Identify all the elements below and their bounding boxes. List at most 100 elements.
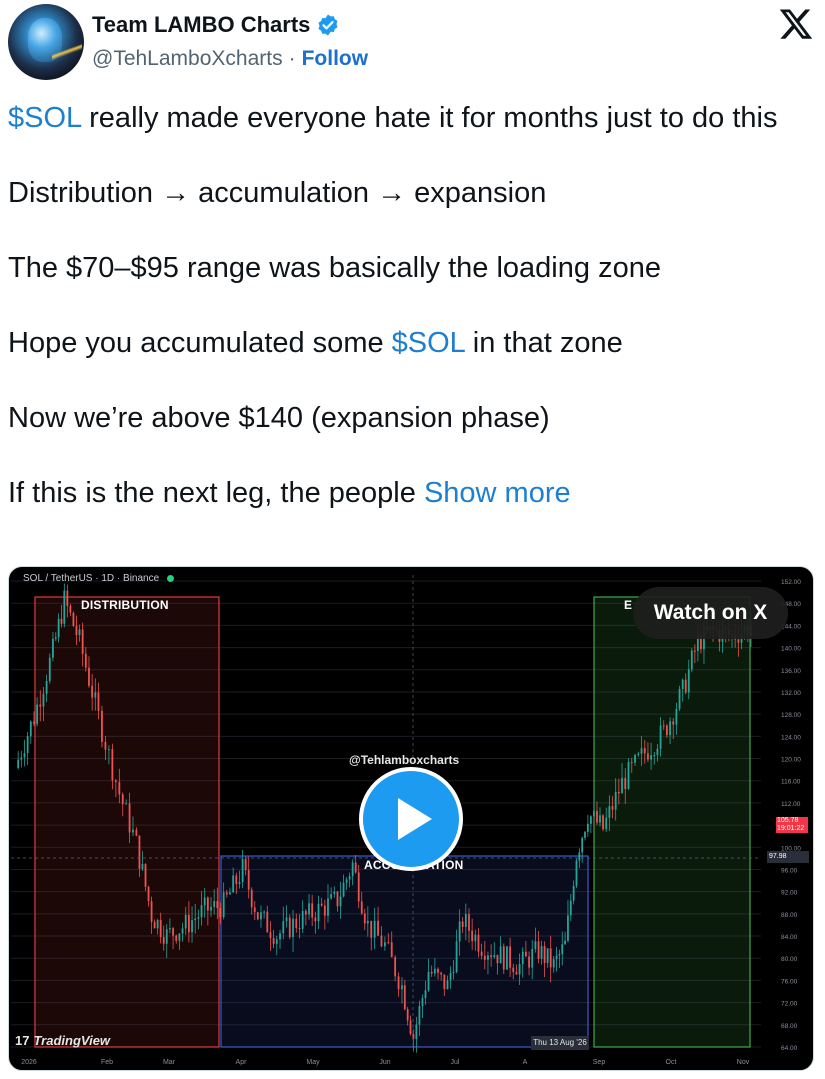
candle-body <box>380 935 383 947</box>
candle-body <box>366 920 369 924</box>
candle-body <box>394 957 397 977</box>
tweet-line-4: Hope you accumulated some $SOL in that z… <box>8 325 808 363</box>
candle-body <box>97 692 100 711</box>
candle-body <box>662 725 665 727</box>
candle-body <box>490 955 493 958</box>
candle-body <box>210 906 212 911</box>
y-tick-label: 64.00 <box>781 1045 798 1052</box>
cashtag-link[interactable]: $SOL <box>392 327 465 359</box>
candle-body <box>298 927 301 929</box>
tweet-text-segment: Hope you accumulated some <box>8 327 392 359</box>
candle-body <box>455 941 458 972</box>
candle-body <box>596 810 598 823</box>
candle-body <box>314 917 317 922</box>
x-tick-label: Mar <box>163 1059 176 1066</box>
candle-body <box>191 920 193 933</box>
candle-body <box>135 829 138 836</box>
candle-body <box>104 741 107 750</box>
candle-body <box>437 968 439 973</box>
candle-body <box>304 911 307 915</box>
candle-body <box>57 618 60 638</box>
tweet-body: $SOL really made everyone hate it for mo… <box>8 100 808 513</box>
y-tick-label: 152.00 <box>781 579 801 586</box>
tradingview-logo: 17 TradingView <box>15 1033 110 1048</box>
avatar[interactable] <box>8 4 84 80</box>
candle-body <box>558 954 561 956</box>
candle-body <box>578 852 581 861</box>
candle-body <box>256 912 259 920</box>
candle-body <box>52 638 54 658</box>
candle-body <box>165 929 168 944</box>
price-tag-value: 105.78 <box>777 817 799 824</box>
candle-body <box>301 911 304 929</box>
x-tick-label: Jun <box>379 1059 390 1066</box>
candle-body <box>285 917 288 922</box>
tweet-text-segment: in that zone <box>464 327 623 359</box>
author-handle[interactable]: @TehLamboXcharts <box>92 47 283 71</box>
candle-body <box>599 815 601 823</box>
candle-body <box>452 971 455 973</box>
candle-body <box>111 749 114 781</box>
candle-body <box>348 876 351 880</box>
play-button[interactable] <box>359 767 463 871</box>
play-icon <box>398 798 432 840</box>
video-media[interactable]: 152.00 148.00 144.00 140.00 136.00 132.00 128.… <box>8 566 814 1071</box>
candle-body <box>345 879 348 883</box>
watch-on-x-button[interactable]: Watch on X <box>633 587 788 639</box>
price-tag-countdown: 19:01:22 <box>777 825 805 832</box>
tweet-line-2: Distribution → accumulation → expansion <box>8 177 547 209</box>
candle-body <box>45 681 48 694</box>
y-tick-label: 72.00 <box>781 1001 798 1008</box>
candle-body <box>537 941 540 959</box>
follow-button[interactable]: Follow <box>302 47 369 71</box>
candle-body <box>292 918 294 938</box>
candle-body <box>624 777 627 789</box>
candle-body <box>443 974 446 990</box>
candle-body <box>693 650 696 652</box>
candle-body <box>637 753 640 756</box>
candle-body <box>521 951 524 965</box>
crosshair-price-tag: 97.98 <box>767 851 809 863</box>
x-tick-label: May <box>306 1059 320 1066</box>
candle-body <box>78 629 81 636</box>
candle-body <box>518 964 521 975</box>
candle-body <box>474 934 477 942</box>
y-tick-label: 84.00 <box>781 934 798 941</box>
candle-body <box>216 901 219 909</box>
candle-body <box>575 860 578 886</box>
candle-body <box>409 1020 412 1034</box>
show-more-link[interactable]: Show more <box>424 477 571 509</box>
separator-dot: · <box>288 47 296 70</box>
candle-body <box>418 1006 421 1025</box>
candle-body <box>222 892 225 918</box>
candle-body <box>681 679 684 690</box>
x-tick-label: A <box>523 1059 528 1066</box>
candle-body <box>333 891 336 894</box>
cashtag-link[interactable]: $SOL <box>8 102 81 134</box>
candle-body <box>84 653 87 668</box>
candle-body <box>178 933 181 941</box>
x-logo-icon[interactable] <box>778 6 814 42</box>
candle-body <box>138 835 141 869</box>
candle-body <box>17 759 20 768</box>
candle-body <box>528 956 530 968</box>
candle-body <box>549 948 552 968</box>
candle-body <box>650 755 652 760</box>
candle-body <box>403 985 406 1010</box>
candle-body <box>282 921 285 934</box>
candle-body <box>690 650 693 670</box>
candle-body <box>169 928 171 930</box>
candle-body <box>564 940 567 945</box>
candle-body <box>621 777 623 794</box>
candle-body <box>605 817 608 830</box>
candle-body <box>572 885 575 901</box>
candle-body <box>567 915 569 941</box>
candle-body <box>634 755 636 763</box>
candle-body <box>427 971 430 991</box>
candle-body <box>502 946 505 970</box>
candle-body <box>275 939 278 944</box>
candle-body <box>308 903 310 915</box>
candle-body <box>468 914 470 931</box>
candle-body <box>241 859 244 883</box>
author-name[interactable]: Team LAMBO Charts <box>92 12 310 38</box>
